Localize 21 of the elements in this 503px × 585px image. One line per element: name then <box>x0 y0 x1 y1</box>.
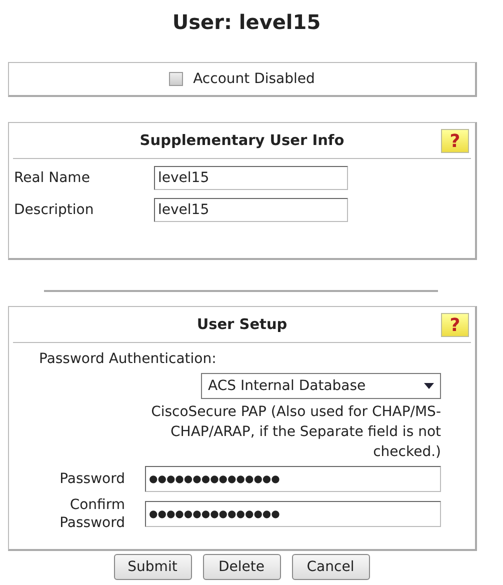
password-field[interactable]: ●●●●●●●●●●●●●●● <box>145 466 441 492</box>
form-button[interactable]: Cancel <box>292 554 370 580</box>
page-title: User: level15 <box>171 9 322 36</box>
field-label: Real Name <box>14 170 91 186</box>
caret-icon <box>424 383 434 389</box>
field-label: Description <box>14 202 95 218</box>
field-label: Confirm Password <box>58 496 126 532</box>
field-label: Password Authentication: <box>38 350 218 367</box>
field-label: Password <box>58 470 126 488</box>
panel-title: User Setup <box>196 316 288 332</box>
note-text: CiscoSecure PAP (Also used for CHAP/MS-CHAP/ARAP, if the Separate field is not checked.) <box>150 403 442 462</box>
help-button[interactable]: ? <box>441 129 469 153</box>
panel-title: Supplementary User Info <box>140 132 344 148</box>
form-button[interactable]: Delete <box>202 554 280 580</box>
form-button[interactable]: Submit <box>114 554 192 580</box>
checkbox-label: Account Disabled <box>193 71 315 87</box>
authentication-dropdown[interactable]: ACS Internal Database <box>201 373 441 399</box>
text-field[interactable]: level15 <box>154 166 348 190</box>
text-field[interactable]: level15 <box>154 198 348 222</box>
password-field[interactable]: ●●●●●●●●●●●●●●● <box>145 501 441 527</box>
help-button[interactable]: ? <box>441 313 469 337</box>
